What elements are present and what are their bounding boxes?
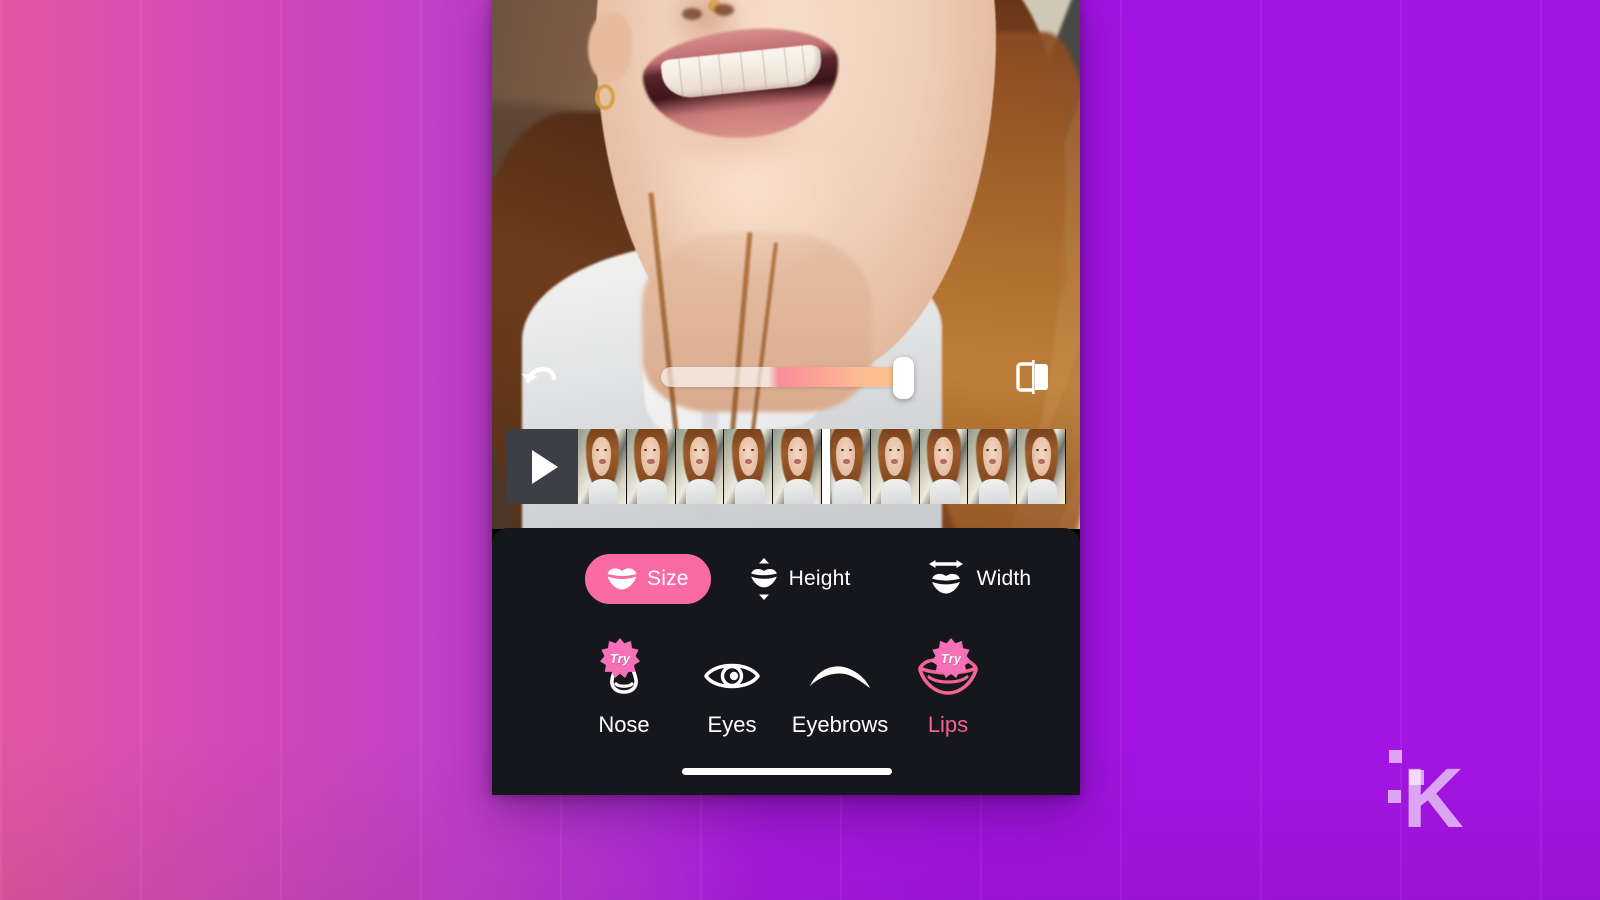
preview-cheek [652, 62, 812, 172]
tab-width-label: Width [976, 567, 1032, 590]
preview-ear [588, 12, 632, 82]
preview-nostril-left [682, 8, 702, 20]
feature-lips[interactable]: Try Lips [894, 638, 1002, 738]
play-icon [531, 449, 558, 484]
watermark-logo: K [1383, 738, 1483, 845]
lips-icon [607, 568, 637, 590]
feature-eyes-label: Eyes [707, 712, 757, 737]
watermark-square-1 [1389, 750, 1402, 763]
page-background: Size Height Width Try Nose Eyes Eyebrows… [0, 0, 1600, 900]
try-badge-label: Try [940, 650, 962, 666]
undo-arrow-icon [521, 367, 557, 384]
feature-nose-icon-wrap: Try [600, 638, 648, 698]
feature-lips-try-badge: Try [931, 638, 971, 678]
timeline-frame[interactable] [870, 429, 920, 504]
timeline-frame[interactable] [919, 429, 969, 504]
undo-button[interactable] [516, 355, 562, 399]
timeline-frame[interactable] [968, 429, 1018, 504]
adjustment-slider-row [492, 349, 1080, 405]
feature-list: Try Nose Eyes Eyebrows Try Lips [492, 638, 1080, 738]
watermark-letter: K [1403, 751, 1464, 845]
try-badge-label: Try [609, 650, 631, 666]
slider-thumb[interactable] [893, 357, 914, 399]
video-timeline[interactable] [506, 429, 1066, 504]
tab-height[interactable]: Height [727, 554, 873, 604]
timeline-frames[interactable] [578, 429, 1066, 504]
feature-nose-try-badge: Try [600, 638, 640, 678]
slider-track-container[interactable] [661, 357, 914, 399]
tab-height-label: Height [788, 567, 851, 590]
before-after-compare-icon [1016, 360, 1048, 394]
video-preview[interactable] [492, 0, 1080, 529]
phone-frame: Size Height Width Try Nose Eyes Eyebrows… [492, 0, 1080, 795]
feature-lips-icon-wrap: Try [917, 638, 979, 698]
preview-nostril-right [714, 4, 734, 16]
adjustment-tabs: Size Height Width [492, 554, 1080, 604]
timeline-frame[interactable] [675, 429, 725, 504]
home-indicator[interactable] [682, 768, 892, 775]
feature-lips-label: Lips [927, 712, 969, 737]
timeline-frame[interactable] [724, 429, 774, 504]
lips-height-icon [750, 558, 777, 600]
timeline-frame[interactable] [773, 429, 822, 504]
tab-width[interactable]: Width [903, 554, 1054, 604]
tab-size[interactable]: Size [585, 554, 711, 604]
timeline-playhead[interactable] [822, 429, 830, 504]
feature-nose-label: Nose [598, 712, 650, 737]
editor-tool-panel: Size Height Width Try Nose Eyes Eyebrows… [492, 528, 1080, 795]
tab-size-label: Size [647, 567, 689, 590]
watermark-square-3 [1388, 790, 1401, 803]
timeline-frame[interactable] [1017, 429, 1066, 504]
slider-track[interactable] [661, 367, 905, 387]
timeline-frame[interactable] [626, 429, 676, 504]
play-button[interactable] [506, 429, 578, 504]
preview-earring [595, 84, 615, 110]
timeline-frame[interactable] [578, 429, 627, 504]
feature-nose[interactable]: Try Nose [570, 638, 678, 738]
feature-eyebrows-icon-wrap [807, 640, 873, 698]
compare-before-after-button[interactable] [1010, 355, 1056, 399]
feature-eyes-icon-wrap [703, 640, 761, 698]
feature-eyebrows-label: Eyebrows [791, 712, 889, 737]
lips-width-icon [928, 560, 963, 594]
feature-eyes[interactable]: Eyes [678, 640, 786, 738]
eyebrow-icon [810, 666, 870, 688]
eye-icon [704, 663, 760, 689]
feature-eyebrows[interactable]: Eyebrows [786, 640, 894, 738]
